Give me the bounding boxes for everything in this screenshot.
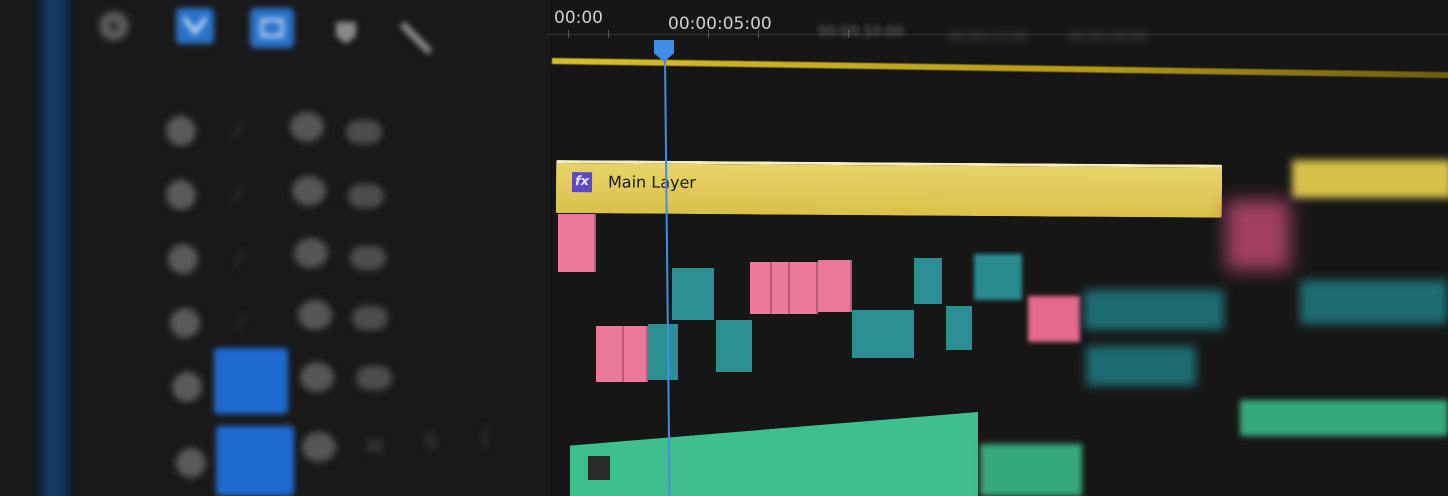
track-eye-icon[interactable] (172, 372, 202, 402)
video-clip[interactable] (1084, 290, 1224, 330)
wrench-icon[interactable] (398, 20, 434, 56)
sync-lock-icon[interactable]: ⁄ (228, 248, 250, 270)
playhead-line[interactable] (664, 57, 671, 496)
voiceover-icon[interactable]: S (420, 430, 442, 452)
track-eye-icon[interactable] (166, 180, 196, 210)
solo-icon[interactable]: M (364, 436, 386, 458)
track-output-icon[interactable] (294, 238, 328, 268)
video-clip[interactable] (852, 310, 914, 358)
video-clip[interactable] (772, 262, 790, 314)
left-edge-panel (0, 0, 32, 496)
track-mute-icon[interactable] (356, 366, 392, 390)
settings-icon[interactable] (94, 6, 134, 46)
track-mute-icon[interactable] (346, 120, 382, 144)
video-clip[interactable] (596, 326, 624, 382)
video-clip[interactable] (1028, 296, 1080, 342)
track-output-icon[interactable] (298, 300, 332, 330)
layer-clip[interactable] (1292, 160, 1448, 198)
time-ruler[interactable]: 00:00 00:00:05:00 00:00:10:00 00:00:15:0… (548, 0, 1448, 66)
track-output-icon[interactable] (290, 112, 324, 142)
video-clip[interactable] (914, 258, 942, 304)
audio-clip[interactable] (570, 412, 978, 496)
audio-clip-header (588, 456, 610, 480)
track-output-icon[interactable] (292, 176, 326, 206)
track-eye-icon[interactable] (168, 244, 198, 274)
ruler-label: 00:00 (554, 8, 603, 28)
track-target-toggle[interactable] (214, 348, 288, 414)
ruler-label: 00:00:05:00 (668, 14, 772, 34)
ruler-tick (568, 30, 569, 38)
add-marker-icon[interactable] (332, 18, 360, 46)
video-clip[interactable] (790, 262, 818, 314)
track-mute-icon[interactable] (348, 184, 384, 208)
track-output-icon[interactable] (300, 362, 334, 392)
track-mute-icon[interactable] (350, 246, 386, 270)
track-target-toggle[interactable] (216, 426, 294, 496)
sync-lock-icon[interactable]: ⁄ (230, 312, 252, 334)
video-clip[interactable] (818, 260, 852, 312)
ruler-label: 00:00:10:00 (818, 24, 904, 40)
video-clip[interactable] (558, 214, 596, 272)
video-clip[interactable] (1086, 346, 1196, 386)
fx-badge-icon: fx (571, 172, 593, 193)
ruler-tick (608, 30, 609, 38)
video-clip[interactable] (946, 306, 972, 350)
track-divider-icon: | (481, 423, 489, 447)
snap-icon[interactable] (176, 8, 214, 44)
track-mute-icon[interactable] (352, 306, 388, 330)
audio-clip[interactable] (980, 444, 1082, 496)
video-clip[interactable] (624, 326, 648, 382)
sync-lock-icon[interactable]: ⁄ (226, 184, 248, 206)
linked-selection-icon[interactable] (250, 8, 294, 48)
audio-clip[interactable] (1240, 400, 1448, 436)
video-clip[interactable] (716, 320, 752, 372)
video-clip[interactable] (672, 268, 714, 320)
clip-glow (1226, 200, 1290, 270)
video-clip[interactable] (750, 262, 772, 314)
track-eye-icon[interactable] (170, 308, 200, 338)
sync-lock-icon[interactable]: ⁄ (226, 120, 248, 142)
track-eye-icon[interactable] (176, 448, 206, 478)
ruler-label: 00:00:20:00 (1068, 30, 1148, 45)
main-layer-clip[interactable]: fx Main Layer (555, 160, 1223, 218)
ruler-label: 00:00:15:00 (948, 30, 1028, 45)
track-eye-icon[interactable] (166, 116, 196, 146)
video-clip[interactable] (648, 324, 678, 380)
clip-label: Main Layer (607, 172, 696, 192)
video-clip[interactable] (1300, 280, 1448, 324)
vertical-scrollbar[interactable] (36, 0, 70, 496)
timeline-editor: ⁄ ⁄ ⁄ ⁄ M S | 00:00 00:00:05:00 00:00:10… (0, 0, 1448, 496)
video-clip[interactable] (974, 254, 1022, 300)
track-output-icon[interactable] (302, 432, 336, 462)
